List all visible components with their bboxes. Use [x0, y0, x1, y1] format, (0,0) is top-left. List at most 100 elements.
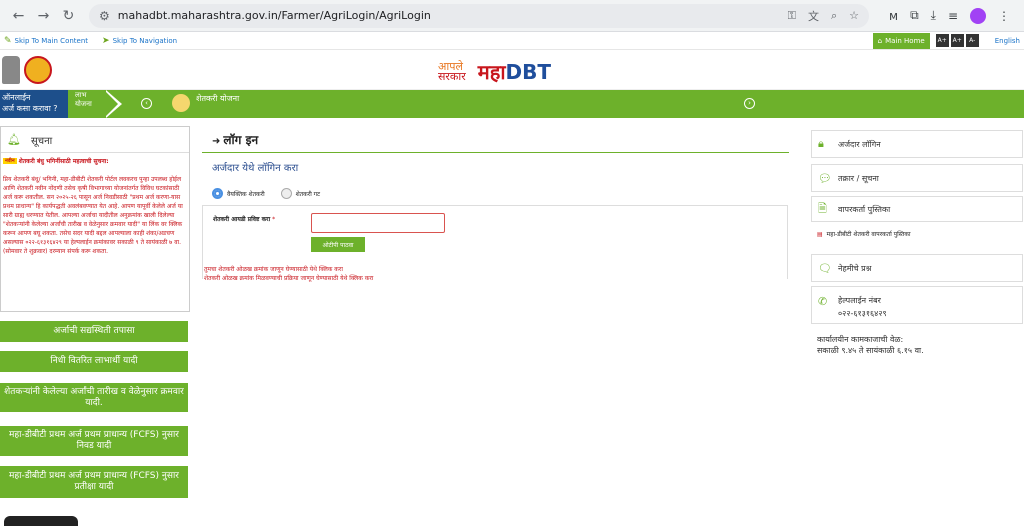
farmer-id-label: शेतकरी आयडी प्रविष्ट करा *	[213, 215, 275, 223]
reading-list-icon[interactable]: ≡	[948, 9, 958, 23]
labh-yojana-label: लाभ योजना	[75, 91, 92, 109]
online-line1: ऑनलाईन	[2, 93, 31, 102]
carousel-next-button[interactable]: ›	[744, 98, 755, 109]
shetkari-yojana-link[interactable]: शेतकरी योजना	[196, 93, 239, 104]
office-hours-label: कार्यालयीन कामकाजाची वेळ:	[817, 335, 904, 344]
main-home-label: Main Home	[885, 36, 925, 45]
complaint-label: तक्रार / सूचना	[838, 173, 879, 183]
zoom-icon[interactable]: ⌕	[831, 9, 837, 23]
main-home-button[interactable]: ⌂ Main Home	[872, 32, 930, 49]
user-manual-item: 🗎 वापरकर्ता पुस्तिका	[811, 196, 1023, 222]
profile-avatar[interactable]	[970, 7, 987, 24]
farmer-id-process-link[interactable]: शेतकरी ओळख क्रमांक मिळवण्याची प्रक्रिया …	[204, 274, 373, 283]
faq-chat-icon: 🗨︎	[818, 261, 832, 275]
forward-icon[interactable]: →	[33, 8, 54, 24]
labh-line1: लाभ	[75, 91, 87, 99]
farmer-id-label-text: शेतकरी आयडी प्रविष्ट करा	[213, 216, 271, 223]
address-bar[interactable]: ⚙ mahadbt.maharashtra.gov.in/Farmer/Agri…	[89, 3, 869, 28]
menu-kebab-icon[interactable]: ⋮	[998, 9, 1010, 23]
helpline-number: ०२२-६१३१६४२९	[838, 309, 887, 318]
farmer-id-input[interactable]	[311, 213, 445, 233]
notice-headline: नवीन शेतकरी बंधु भगिनींसाठी महत्वाची सुच…	[1, 153, 189, 169]
farmer-group-radio[interactable]	[280, 188, 292, 199]
notice-headline-text: शेतकरी बंधु भगिनींसाठी महत्वाची सुचना:	[18, 158, 109, 165]
complaint-suggestion-item[interactable]: 💬︎ तक्रार / सूचना	[811, 164, 1023, 192]
skip-navigation-link[interactable]: ➤ Skip To Navigation	[102, 36, 177, 46]
chat-bubble-icon: 💬︎	[818, 171, 832, 185]
fcfs-selection-list-button[interactable]: महा-डीबीटी प्रथम अर्ज प्रथम प्राधान्य (F…	[0, 426, 188, 456]
notice-box: 🔔︎ सूचना नवीन शेतकरी बंधु भगिनींसाठी महत…	[0, 126, 190, 312]
navigation-arrow-icon: ➤	[102, 35, 110, 46]
sarkar-text: सरकार	[438, 69, 466, 83]
office-hours-text: सकाळी ९.४५ ते सायंकाळी ६.१५ वा.	[817, 346, 924, 355]
carousel-prev-button[interactable]: ‹	[141, 98, 152, 109]
left-panel: 🔔︎ सूचना नवीन शेतकरी बंधु भगिनींसाठी महत…	[0, 126, 190, 312]
browser-toolbar: ← → ↻ ⚙ mahadbt.maharashtra.gov.in/Farme…	[0, 0, 1024, 32]
back-icon[interactable]: ←	[8, 8, 29, 24]
language-link[interactable]: English	[995, 37, 1020, 45]
font-larger-button[interactable]: A+	[935, 34, 949, 47]
notice-title: सूचना	[30, 135, 53, 147]
login-title-text: लॉग इन	[223, 133, 259, 147]
skip-main-content-link[interactable]: ✎ Skip To Main Content	[4, 36, 88, 46]
translate-icon[interactable]: 文	[808, 8, 819, 24]
send-otp-button[interactable]: ओटीपी पाठवा	[311, 237, 365, 252]
pencil-icon: ✎	[4, 35, 12, 46]
fcfs-waiting-list-button[interactable]: महा-डीबीटी प्रथम अर्ज प्रथम प्राधान्य (F…	[0, 466, 188, 498]
main-nav-bar: ऑनलाईन अर्ज कसा करावा ? लाभ योजना ‹ शेतक…	[0, 90, 1024, 118]
home-icon: ⌂	[877, 36, 883, 45]
download-icon[interactable]: ⤓	[931, 8, 936, 23]
login-subtitle: अर्जदार येथे लॉगिन करा	[212, 163, 299, 174]
know-farmer-id-link[interactable]: तुमचा शेतकरी ओळख क्रमांक जाणून घेण्यासाठ…	[204, 265, 373, 274]
new-badge: नवीन	[3, 158, 17, 164]
reload-icon[interactable]: ↻	[58, 8, 79, 24]
helpline-label: हेल्पलाईन नंबर	[838, 296, 881, 305]
browser-actions: м ⧉ ⤓ ≡ ⋮	[883, 7, 1016, 24]
bell-icon: 🔔︎	[7, 133, 21, 146]
faq-label: नेहमीचे प्रश्न	[838, 263, 872, 273]
online-line2: अर्ज कसा करावा ?	[2, 104, 58, 113]
required-asterisk: *	[272, 216, 276, 223]
bookmark-star-icon[interactable]: ☆	[849, 9, 859, 22]
helpline-item: ✆ हेल्पलाईन नंबर ०२२-६१३१६४२९	[811, 286, 1023, 324]
extensions-puzzle-icon[interactable]: ⧉	[910, 8, 919, 23]
password-key-icon[interactable]: ⚿	[788, 9, 796, 23]
user-manual-label: वापरकर्ता पुस्तिका	[838, 204, 891, 214]
document-icon: 🗎	[818, 201, 827, 215]
skip-main-content-label: Skip To Main Content	[14, 36, 89, 45]
farmer-group-label: शेतकरी गट	[295, 190, 321, 198]
notice-body-text: प्रिय शेतकरी बंधू/ भगिनी, महा-डीबीटी शेत…	[3, 176, 183, 255]
login-heading: ➜ लॉग इन	[202, 131, 789, 153]
font-smaller-button[interactable]: A-	[965, 34, 979, 47]
phone-icon: ✆	[818, 295, 828, 308]
faq-item[interactable]: 🗨︎ नेहमीचे प्रश्न	[811, 254, 1023, 282]
dbt-text: DBT	[505, 59, 552, 84]
manual-pdf-link[interactable]: ▤ महा-डीबीटी शेतकरी वापरकर्ता पुस्तिका	[817, 230, 911, 238]
sign-in-icon: ➜	[212, 136, 221, 147]
national-emblem-logo	[2, 56, 20, 84]
extension-m-icon[interactable]: м	[889, 9, 898, 23]
maha-text: महा	[477, 60, 506, 84]
notice-header: 🔔︎ सूचना	[1, 127, 189, 153]
how-to-apply-online-link[interactable]: ऑनलाईन अर्ज कसा करावा ?	[0, 90, 68, 118]
aaple-sarkar-logo: आपले सरकार	[438, 61, 466, 83]
login-section: ➜ लॉग इन अर्जदार येथे लॉगिन करा वैयक्तिक …	[202, 131, 792, 282]
floating-widget[interactable]	[4, 516, 78, 526]
farmer-type-radio-group: वैयक्तिक शेतकरी शेतकरी गट	[202, 188, 792, 199]
help-links: तुमचा शेतकरी ओळख क्रमांक जाणून घेण्यासाठ…	[204, 265, 373, 283]
check-application-status-button[interactable]: अर्जाची सद्यस्थिती तपासा	[0, 321, 188, 342]
applicant-login-label: अर्जदार लॉगिन	[838, 139, 881, 149]
applicant-login-item[interactable]: 🔒︎ अर्जदार लॉगिन	[811, 130, 1023, 158]
office-hours: कार्यालयीन कामकाजाची वेळ: सकाळी ९.४५ ते …	[817, 334, 924, 356]
manual-link-text: महा-डीबीटी शेतकरी वापरकर्ता पुस्तिका	[826, 231, 911, 238]
individual-farmer-label: वैयक्तिक शेतकरी	[227, 190, 265, 198]
individual-farmer-radio[interactable]	[212, 188, 223, 199]
maharashtra-seal-logo	[24, 56, 52, 84]
site-info-icon[interactable]: ⚙	[99, 9, 110, 23]
logo-header: आपले सरकार महा DBT	[0, 50, 1024, 90]
font-normal-button[interactable]: A+	[950, 34, 964, 47]
application-date-wise-list-button[interactable]: शेतकऱ्यांनी केलेल्या अर्जांची तारीख व वे…	[0, 383, 188, 412]
mahadbt-logo[interactable]: आपले सरकार महा DBT	[438, 58, 551, 85]
fund-disbursed-beneficiary-list-button[interactable]: निधी वितरित लाभार्थी यादी	[0, 351, 188, 372]
farmer-scheme-icon	[172, 94, 190, 112]
